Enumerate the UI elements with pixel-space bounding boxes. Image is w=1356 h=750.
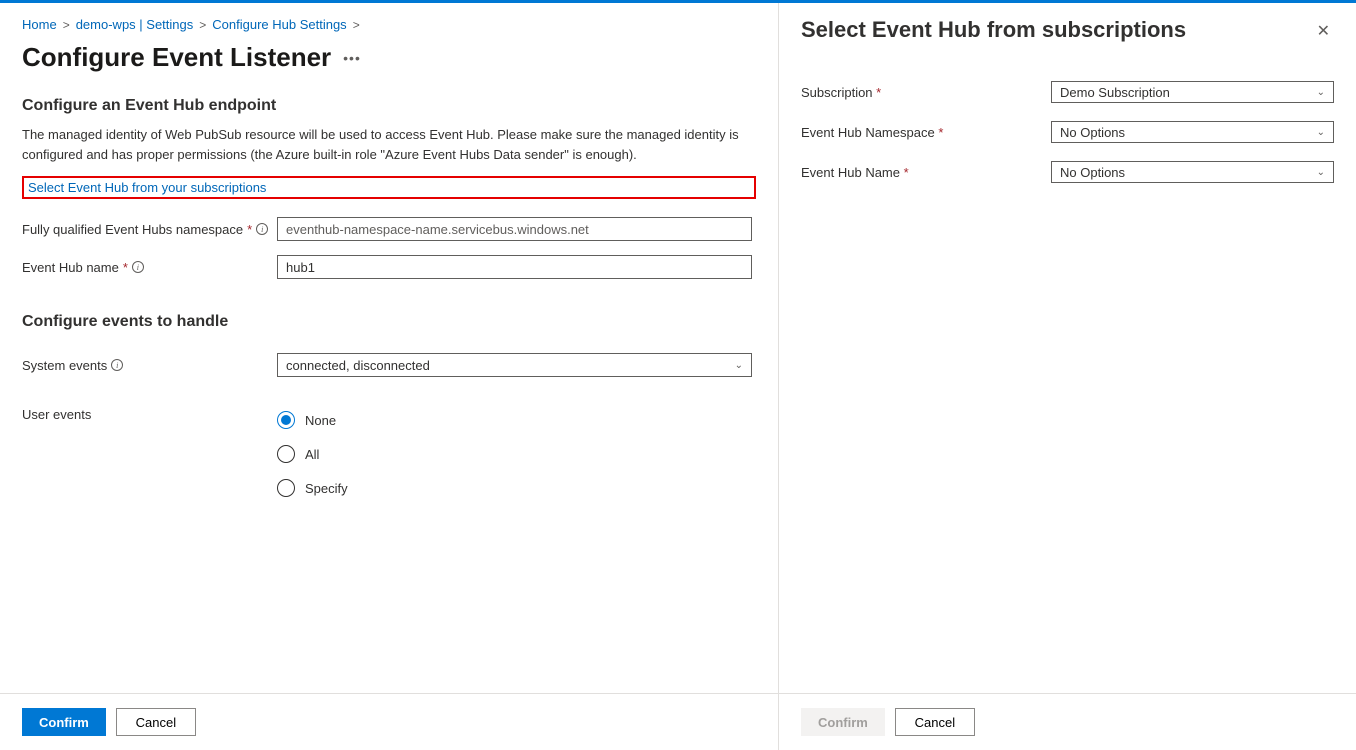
radio-icon <box>277 479 295 497</box>
radio-all[interactable]: All <box>277 445 348 463</box>
system-events-label: System events i <box>22 358 277 373</box>
namespace-label: Fully qualified Event Hubs namespace * i <box>22 222 277 237</box>
radio-specify[interactable]: Specify <box>277 479 348 497</box>
info-icon[interactable]: i <box>111 359 123 371</box>
info-icon[interactable]: i <box>132 261 144 273</box>
ehnamespace-dropdown[interactable]: No Options ⌄ <box>1051 121 1334 143</box>
hubname-input[interactable] <box>277 255 752 279</box>
close-icon[interactable]: ✕ <box>1313 17 1334 45</box>
chevron-down-icon: ⌄ <box>735 360 743 371</box>
chevron-down-icon: ⌄ <box>1317 167 1325 178</box>
breadcrumb-item[interactable]: demo-wps | Settings <box>76 17 194 32</box>
chevron-right-icon: > <box>57 18 76 32</box>
chevron-down-icon: ⌄ <box>1317 87 1325 98</box>
subscription-label: Subscription * <box>801 85 1051 100</box>
radio-none[interactable]: None <box>277 411 348 429</box>
select-hub-link[interactable]: Select Event Hub from your subscriptions <box>28 180 266 195</box>
breadcrumb: Home > demo-wps | Settings > Configure H… <box>22 13 756 42</box>
section-description: The managed identity of Web PubSub resou… <box>22 125 742 164</box>
system-events-dropdown[interactable]: connected, disconnected ⌄ <box>277 353 752 377</box>
subscription-dropdown[interactable]: Demo Subscription ⌄ <box>1051 81 1334 103</box>
left-panel: Home > demo-wps | Settings > Configure H… <box>0 3 779 693</box>
chevron-down-icon: ⌄ <box>1317 127 1325 138</box>
right-cancel-button[interactable]: Cancel <box>895 708 975 736</box>
cancel-button[interactable]: Cancel <box>116 708 196 736</box>
radio-icon <box>277 445 295 463</box>
right-footer: Confirm Cancel <box>779 693 1356 750</box>
info-icon[interactable]: i <box>256 223 268 235</box>
page-title: Configure Event Listener <box>22 42 331 73</box>
section-title-events: Configure events to handle <box>22 313 756 331</box>
ehnamespace-label: Event Hub Namespace * <box>801 125 1051 140</box>
right-panel-title: Select Event Hub from subscriptions <box>801 17 1186 43</box>
chevron-right-icon: > <box>347 18 366 32</box>
left-footer: Confirm Cancel <box>0 693 779 750</box>
right-panel: Select Event Hub from subscriptions ✕ Su… <box>779 3 1356 693</box>
chevron-right-icon: > <box>193 18 212 32</box>
namespace-input[interactable] <box>277 217 752 241</box>
ehname-label: Event Hub Name * <box>801 165 1051 180</box>
ehname-dropdown[interactable]: No Options ⌄ <box>1051 161 1334 183</box>
user-events-label: User events <box>22 407 277 422</box>
right-confirm-button: Confirm <box>801 708 885 736</box>
breadcrumb-item[interactable]: Home <box>22 17 57 32</box>
more-icon[interactable]: ••• <box>343 50 361 66</box>
breadcrumb-item[interactable]: Configure Hub Settings <box>212 17 346 32</box>
confirm-button[interactable]: Confirm <box>22 708 106 736</box>
radio-icon <box>277 411 295 429</box>
select-hub-link-highlight: Select Event Hub from your subscriptions <box>22 176 756 199</box>
section-title-endpoint: Configure an Event Hub endpoint <box>22 97 756 115</box>
user-events-radio-group: None All Specify <box>277 407 348 497</box>
hubname-label: Event Hub name * i <box>22 260 277 275</box>
